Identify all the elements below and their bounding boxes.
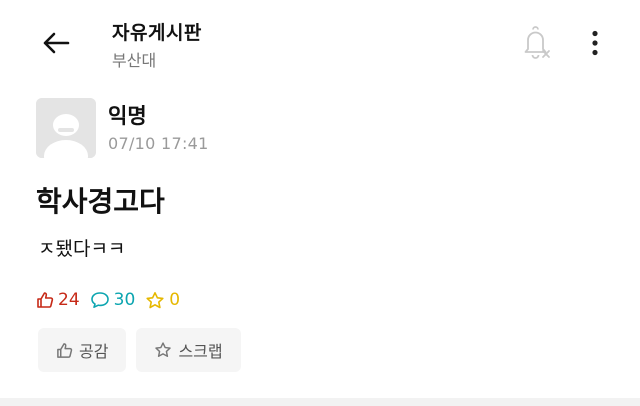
star-icon	[146, 291, 164, 308]
scrap-count-value: 0	[169, 290, 181, 310]
comment-count: 30	[90, 290, 136, 310]
notification-toggle-button[interactable]	[518, 24, 554, 62]
star-icon	[155, 342, 172, 358]
more-options-button[interactable]	[580, 24, 610, 62]
thumbs-up-icon	[37, 292, 54, 308]
scrap-button[interactable]: 스크랩	[136, 328, 241, 372]
post-stats: 24 30 0	[36, 288, 190, 312]
section-divider	[0, 398, 640, 406]
back-button[interactable]	[36, 26, 76, 60]
scrap-count: 0	[145, 290, 180, 310]
post-actions: 공감 스크랩	[38, 328, 251, 372]
board-title: 자유게시판	[112, 22, 202, 44]
school-name: 부산대	[112, 51, 157, 70]
comment-icon	[90, 292, 109, 308]
comment-count-value: 30	[113, 290, 136, 310]
post-timestamp: 07/10 17:41	[108, 134, 209, 153]
post-title: 학사경고다	[36, 185, 165, 218]
bell-off-icon	[524, 26, 550, 59]
like-count: 24	[36, 290, 80, 310]
post-detail-screen: 자유게시판 부산대 익명 07/10 17:41 학사경고다 ㅈ됐다ㅋㅋ 24 …	[0, 0, 640, 406]
thumbs-up-icon	[57, 342, 73, 358]
author-row: 익명 07/10 17:41	[36, 98, 436, 160]
default-avatar-icon	[36, 98, 96, 158]
like-count-value: 24	[58, 290, 80, 310]
author-name: 익명	[108, 104, 147, 128]
like-button-label: 공감	[79, 342, 109, 361]
top-app-bar: 자유게시판 부산대	[0, 0, 640, 86]
more-vertical-icon	[592, 30, 598, 56]
arrow-left-icon	[43, 32, 70, 54]
like-button[interactable]: 공감	[38, 328, 127, 372]
scrap-button-label: 스크랩	[178, 342, 223, 361]
post-body: ㅈ됐다ㅋㅋ	[38, 238, 126, 260]
avatar[interactable]	[36, 98, 96, 158]
